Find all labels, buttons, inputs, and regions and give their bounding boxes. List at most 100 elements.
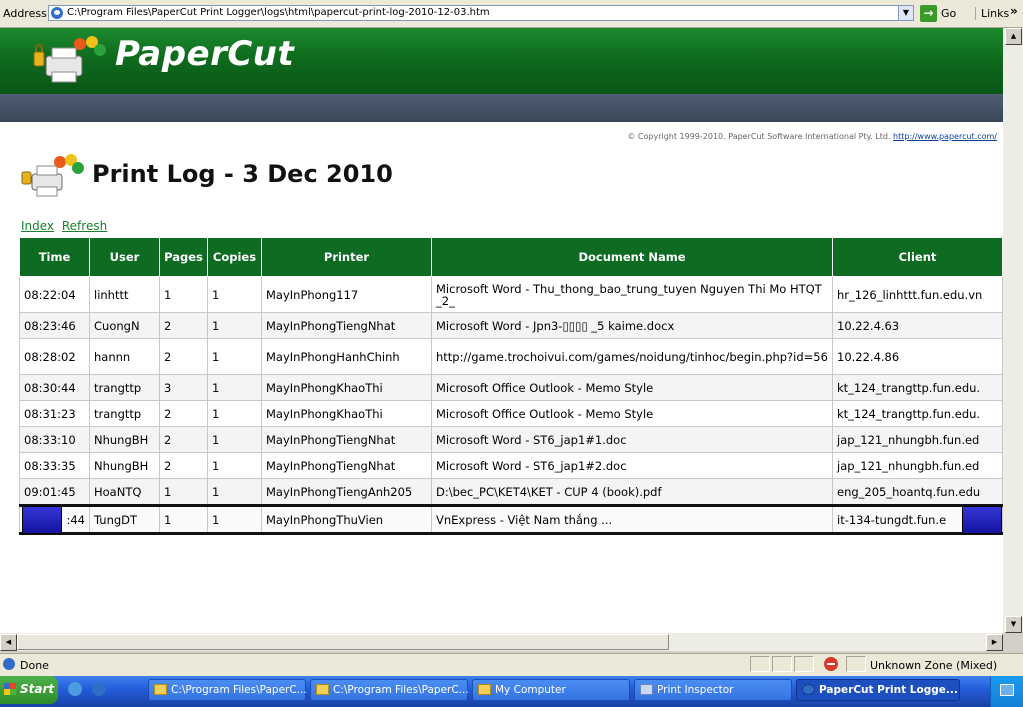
cell-user: CuongN [89,312,160,339]
papercut-header: PaperCut [0,28,1003,94]
ie-icon[interactable] [92,682,106,696]
copyright-text: © Copyright 1999-2010. PaperCut Software… [627,132,891,141]
cell-copies: 1 [207,312,262,339]
cell-user: linhttt [89,276,160,313]
table-row-selected[interactable]: :44 TungDT 1 1 MayInPhongThuVien VnExpre… [19,504,1003,535]
cell-pages: 2 [159,338,208,375]
col-time[interactable]: Time [19,237,90,277]
col-printer[interactable]: Printer [261,237,432,277]
print-log-table: Time User Pages Copies Printer Document … [19,237,1003,535]
start-button[interactable]: Start [0,676,58,704]
col-copies[interactable]: Copies [207,237,262,277]
taskbar-item[interactable]: C:\Program Files\PaperC... [310,679,469,701]
table-row: 08:22:04 linhttt 1 1 MayInPhong117 Micro… [19,276,1003,313]
horizontal-scrollbar[interactable]: ◀ ▶ [0,633,1003,651]
table-row: 08:31:23 trangttp 2 1 MayInPhongKhaoThi … [19,400,1003,427]
scroll-right-icon[interactable]: ▶ [986,634,1003,651]
table-row: 08:33:35 NhungBH 2 1 MayInPhongTiengNhat… [19,452,1003,479]
vertical-scrollbar[interactable]: ▲ ▼ [1003,28,1023,633]
scroll-down-icon[interactable]: ▼ [1005,616,1022,633]
col-pages[interactable]: Pages [159,237,208,277]
papercut-wordmark: PaperCut [115,34,295,74]
scroll-left-icon[interactable]: ◀ [0,634,17,651]
table-row: 08:30:44 trangttp 3 1 MayInPhongKhaoThi … [19,374,1003,401]
cell-copies: 1 [207,276,262,313]
cell-printer: MayInPhongTiengAnh205 [261,478,432,506]
cell-client: eng_205_hoantq.fun.edu [832,478,1003,506]
chevron-right-icon[interactable]: » [1010,4,1018,18]
refresh-link[interactable]: Refresh [62,219,107,233]
cell-document: Microsoft Office Outlook - Memo Style [431,374,833,401]
page-links: Index Refresh [21,219,111,233]
copyright-link[interactable]: http://www.papercut.com/ [893,132,997,141]
taskbar-item-label: My Computer [495,684,566,696]
cell-user: hannn [89,338,160,375]
col-user[interactable]: User [89,237,160,277]
cell-client: jap_121_nhungbh.fun.ed [832,426,1003,453]
cell-copies: 1 [207,452,262,479]
col-client[interactable]: Client [832,237,1003,277]
quicklaunch-icon[interactable] [68,682,82,696]
cell-copies: 1 [207,478,262,506]
horizontal-scroll-thumb[interactable] [17,634,669,650]
cell-time: 09:01:45 [19,478,90,506]
network-icon[interactable] [1000,684,1014,696]
cell-copies: 1 [207,400,262,427]
page-viewport: PaperCut © Copyright 1999-2010. PaperCut… [0,28,1003,633]
go-button[interactable]: → Go [920,5,968,22]
taskbar-item[interactable]: C:\Program Files\PaperC... [148,679,307,701]
folder-icon [154,684,167,695]
cell-printer: MayInPhongTiengNhat [261,312,432,339]
address-input[interactable]: C:\Program Files\PaperCut Print Logger\l… [48,5,914,21]
cell-document: D:\bec_PC\KET4\KET - CUP 4 (book).pdf [431,478,833,506]
cell-user: TungDT [89,504,160,535]
status-cell [772,656,792,672]
ie-page-icon [3,658,15,670]
cell-time: 08:23:46 [19,312,90,339]
cell-pages: 1 [159,276,208,313]
cell-printer: MayInPhongThuVien [261,504,432,535]
cell-copies: 1 [207,426,262,453]
chevron-down-icon[interactable]: ▼ [898,6,913,20]
ie-icon [51,7,63,19]
status-bar: Done Unknown Zone (Mixed) [0,653,1023,676]
cell-printer: MayInPhongTiengNhat [261,452,432,479]
cell-user: NhungBH [89,452,160,479]
table-header: Time User Pages Copies Printer Document … [19,237,1003,277]
cell-time: 08:33:35 [19,452,90,479]
col-document[interactable]: Document Name [431,237,833,277]
status-cell [794,656,814,672]
index-link[interactable]: Index [21,219,54,233]
system-tray[interactable] [990,676,1023,707]
cell-document: Microsoft Word - Jpn3-▯▯▯▯ _5 kaime.docx [431,312,833,339]
table-row: 09:01:45 HoaNTQ 1 1 MayInPhongTiengAnh20… [19,478,1003,506]
cell-pages: 2 [159,312,208,339]
copyright: © Copyright 1999-2010. PaperCut Software… [627,132,997,141]
printer-icon [640,684,653,695]
address-value: C:\Program Files\PaperCut Print Logger\l… [67,7,490,18]
scroll-up-icon[interactable]: ▲ [1005,28,1022,45]
links-toolbar[interactable]: Links [975,7,1009,20]
cell-copies: 1 [207,338,262,375]
cell-client: hr_126_linhttt.fun.edu.vn [832,276,1003,313]
taskbar-item-active[interactable]: PaperCut Print Logge... [796,679,960,701]
cell-user: trangttp [89,400,160,427]
cell-time: 08:28:02 [19,338,90,375]
cell-client: 10.22.4.63 [832,312,1003,339]
address-bar: Address C:\Program Files\PaperCut Print … [0,0,1023,28]
printer-people-icon [21,154,84,197]
cell-printer: MayInPhongKhaoThi [261,400,432,427]
zone-text: Unknown Zone (Mixed) [870,659,998,672]
folder-icon [478,684,491,695]
taskbar-item[interactable]: My Computer [472,679,630,701]
cell-client: 10.22.4.86 [832,338,1003,375]
cell-pages: 1 [159,504,208,535]
selection-handle-right[interactable] [962,506,1002,534]
status-cell [846,656,866,672]
cell-client: kt_124_trangttp.fun.edu. [832,374,1003,401]
cell-time: 08:33:10 [19,426,90,453]
table-row: 08:28:02 hannn 2 1 MayInPhongHanhChinh h… [19,338,1003,375]
taskbar-item[interactable]: Print Inspector [634,679,792,701]
cell-user: NhungBH [89,426,160,453]
selection-handle-left[interactable] [22,506,62,534]
